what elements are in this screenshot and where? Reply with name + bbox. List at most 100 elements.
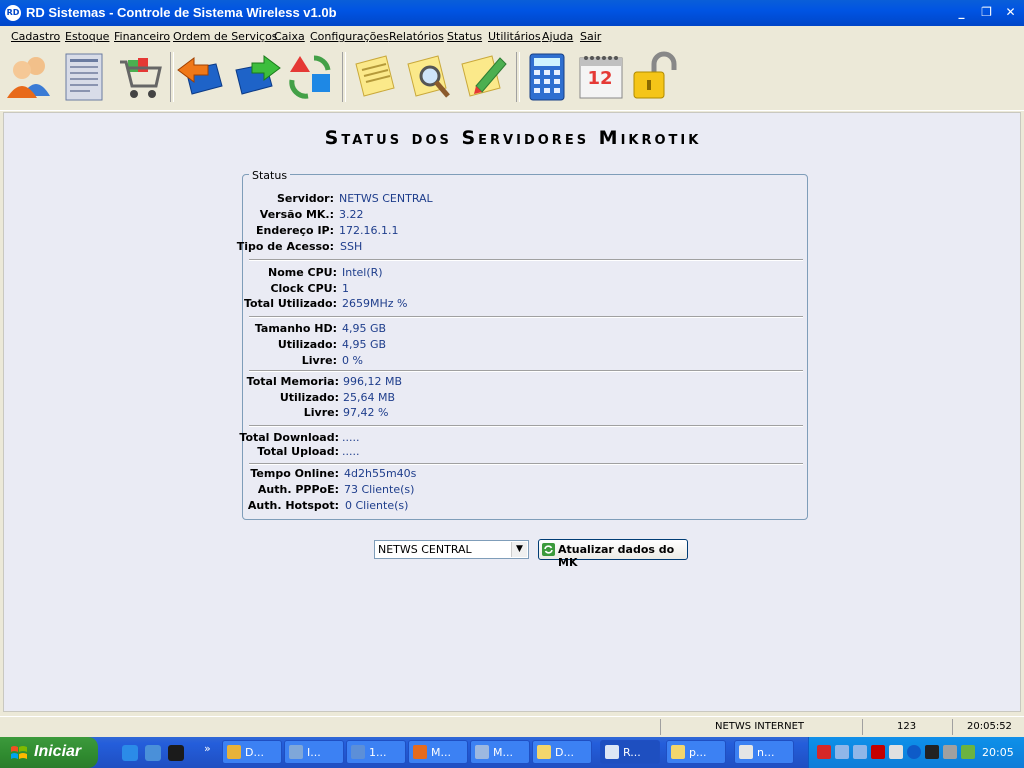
server-select[interactable]: NETWS CENTRAL ▼ [374,540,529,559]
menu-caixa[interactable]: Caixa [274,30,305,43]
app-tray-icon[interactable] [943,745,957,759]
taskbar-item[interactable]: M... [470,740,530,764]
edit-notes-icon[interactable] [458,50,508,102]
taskbar-item-label: M... [431,746,451,759]
search-notes-icon[interactable] [404,50,454,102]
menu-bar: Cadastro Estoque Financeiro Ordem de Ser… [0,26,1024,46]
close-button[interactable]: ✕ [1000,3,1021,22]
user-icon[interactable] [889,745,903,759]
servidor-value: NETWS CENTRAL [339,192,433,205]
clients-icon[interactable] [4,50,54,102]
mem-total-value: 996,12 MB [343,375,403,388]
start-label: Iniciar [34,743,82,760]
field-ip: Endereço IP: [234,224,334,238]
pppoe-value: 73 Cliente(s) [344,483,415,496]
versao-value: 3.22 [339,208,364,221]
book-back-icon[interactable] [176,50,226,102]
app-quicklaunch-icon[interactable] [168,745,184,761]
taskbar-item[interactable]: p... [666,740,726,764]
menu-cadastro[interactable]: Cadastro [11,30,60,43]
taskbar-item-label: R... [623,746,641,759]
hd-tamanho-label: Tamanho HD: [254,322,337,335]
taskbar-item[interactable]: D... [222,740,282,764]
book-forward-icon[interactable] [232,50,282,102]
network-icon[interactable] [835,745,849,759]
menu-ordem-servicos[interactable]: Ordem de Serviços [173,30,278,43]
status-group-label: Status [249,169,291,182]
menu-configuracoes[interactable]: Configurações [310,30,389,43]
ie-icon[interactable] [122,745,138,761]
menu-sair[interactable]: Sair [580,30,601,43]
versao-label: Versão MK.: [259,208,334,221]
download-value: ..... [342,431,360,444]
chevron-down-icon[interactable]: ▼ [511,542,527,557]
acesso-label: Tipo de Acesso: [236,240,334,253]
quicklaunch-more-icon[interactable]: » [204,742,211,755]
statusbar-time-cell: 20:05:52 [952,719,1023,735]
refresh-icon [542,543,555,556]
page-title: Status dos Servidores Mikrotik [324,127,702,149]
folder-icon [537,745,551,759]
taskbar-item-active[interactable]: R... [600,740,660,764]
taskbar-item-label: I... [307,746,321,759]
hd-utilizado-value: 4,95 GB [342,338,387,351]
field-download: Total Download: [234,431,339,445]
recycle-icon[interactable] [286,50,336,102]
field-pppoe: Auth. PPPoE: [234,483,339,497]
hd-utilizado-label: Utilizado: [277,338,337,351]
taskbar-clock: 20:05 [982,746,1014,759]
cpu-clock-value: 1 [342,282,349,295]
padlock-icon[interactable] [630,50,680,102]
app-icon [605,745,619,759]
restore-button[interactable]: ❐ [976,3,997,22]
calculator-icon[interactable] [522,50,572,102]
menu-utilitarios[interactable]: Utilitários [488,30,541,43]
taskbar-item[interactable]: D... [532,740,592,764]
app-icon [289,745,303,759]
menu-relatorios[interactable]: Relatórios [389,30,444,43]
field-mem-total: Total Memoria: [234,375,339,389]
mem-utilizado-label: Utilizado: [279,391,339,404]
mem-utilizado-value: 25,64 MB [343,391,396,404]
server-select-value: NETWS CENTRAL [378,543,472,556]
app-tray-icon[interactable] [961,745,975,759]
hd-livre-label: Livre: [301,354,337,367]
mem-livre-value: 97,42 % [343,406,389,419]
download-icon[interactable] [907,745,921,759]
menu-financeiro[interactable]: Financeiro [114,30,170,43]
security-icon[interactable] [871,745,885,759]
statusbar-company: NETWS INTERNET [715,721,805,732]
menu-estoque[interactable]: Estoque [65,30,109,43]
firefox-icon [413,745,427,759]
network-icon[interactable] [853,745,867,759]
field-cpu-nome: Nome CPU: [234,266,337,280]
taskbar-item[interactable]: M... [408,740,468,764]
field-hd-tamanho: Tamanho HD: [234,322,337,336]
taskbar-item[interactable]: 1... [346,740,406,764]
download-label: Total Download: [239,431,339,444]
antivirus-icon[interactable] [817,745,831,759]
update-mk-button[interactable]: Atualizar dados do MK [538,539,688,569]
tempo-value: 4d2h55m40s [344,467,417,480]
explorer-icon[interactable] [145,745,161,761]
section-divider [249,463,803,465]
taskbar-item-label: 1... [369,746,387,759]
field-hotspot: Auth. Hotspot: [234,499,339,513]
cpu-nome-label: Nome CPU: [268,266,337,279]
section-divider [249,370,803,372]
windows-logo-icon [11,746,27,759]
menu-status[interactable]: Status [447,30,482,43]
statusbar-user: 123 [897,721,917,732]
minimize-button[interactable]: _ [951,3,972,22]
shopping-cart-icon[interactable] [114,50,164,102]
menu-ajuda[interactable]: Ajuda [542,30,573,43]
start-button[interactable]: Iniciar [0,737,98,768]
taskbar-item[interactable]: n... [734,740,794,764]
taskbar-item[interactable]: I... [284,740,344,764]
app-tray-icon[interactable] [925,745,939,759]
notes-icon[interactable] [350,50,400,102]
document-list-icon[interactable] [60,50,110,102]
calendar-icon[interactable]: 12 [576,50,626,102]
acesso-value: SSH [340,240,363,253]
app-icon[interactable]: RD [5,5,21,21]
